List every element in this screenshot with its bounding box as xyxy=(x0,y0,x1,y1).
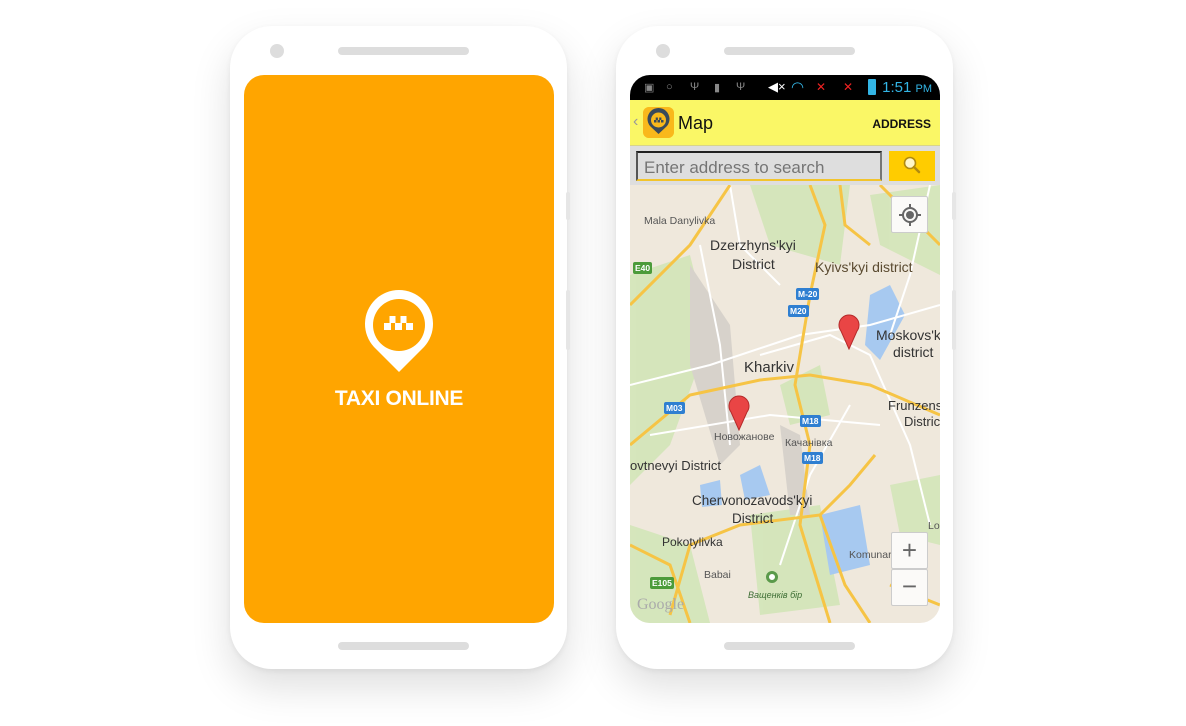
side-button xyxy=(952,290,956,350)
zoom-in-button[interactable]: + xyxy=(891,532,928,569)
camera xyxy=(656,44,670,58)
map-label: Качанівка xyxy=(785,437,833,449)
speaker xyxy=(724,47,855,55)
map-label: District xyxy=(732,256,775,272)
back-chevron-icon[interactable]: ‹ xyxy=(633,113,638,131)
address-button[interactable]: ADDRESS xyxy=(872,117,931,131)
side-button xyxy=(566,290,570,350)
map-label: District xyxy=(732,511,774,526)
status-bar: ▣ ○ Ψ ▮ Ψ ◀× ◠ ✕ ✕ 1:51 PM xyxy=(630,75,940,100)
crosshair-icon xyxy=(898,204,921,226)
my-location-button[interactable] xyxy=(891,196,928,233)
zoom-out-button[interactable]: − xyxy=(891,569,928,606)
map-label: Babai xyxy=(704,569,731,581)
map-label: district xyxy=(893,344,934,360)
map-label: ovtnevyi District xyxy=(630,458,722,473)
map-marker-icon[interactable] xyxy=(838,312,860,350)
map-screen: ▣ ○ Ψ ▮ Ψ ◀× ◠ ✕ ✕ 1:51 PM ‹ Map ADDRESS xyxy=(630,75,940,623)
taxi-pin-logo-icon xyxy=(365,289,433,372)
map-label: Moskovs'k xyxy=(876,327,940,343)
search-button[interactable] xyxy=(889,151,935,181)
road-shield: M18 xyxy=(800,415,821,427)
road-shield: M-20 xyxy=(796,288,820,300)
road-shield: E105 xyxy=(650,577,674,589)
search-bar xyxy=(630,146,940,185)
map-label: Pokotylivka xyxy=(662,535,723,549)
google-logo: Google xyxy=(637,596,685,613)
map-label: Mala Danylivka xyxy=(644,215,716,227)
sync-icon: ○ xyxy=(666,81,673,93)
map-label: Kyivs'kyi district xyxy=(815,259,913,275)
camera xyxy=(270,44,284,58)
map-label: Distric xyxy=(904,414,940,429)
mute-icon: ◀× xyxy=(768,79,786,94)
phone-map: ▣ ○ Ψ ▮ Ψ ◀× ◠ ✕ ✕ 1:51 PM ‹ Map ADDRESS xyxy=(616,26,956,669)
brand-name: TAXI ONLINE xyxy=(334,387,464,410)
road-shield: M18 xyxy=(802,452,823,464)
home-bar xyxy=(338,642,469,650)
map-label: Новожанове xyxy=(714,431,775,443)
signal-1-icon: ✕ xyxy=(816,80,827,94)
usb-icon: Ψ xyxy=(690,81,700,93)
map-label: Lo xyxy=(928,520,940,532)
map-view[interactable]: Mala Danylivka Dzerzhyns'kyi District Ky… xyxy=(630,185,940,623)
splash-screen: TAXI ONLINE xyxy=(244,75,554,623)
home-bar xyxy=(724,642,855,650)
app-logo-icon[interactable] xyxy=(643,107,674,138)
road-shield: M20 xyxy=(788,305,809,317)
address-search-input[interactable] xyxy=(636,151,882,181)
speaker xyxy=(338,47,469,55)
map-label: Chervonozavods'kyi xyxy=(692,493,813,508)
map-label: Kharkiv xyxy=(744,359,795,376)
screen-title: Map xyxy=(678,113,714,133)
clock: 1:51 PM xyxy=(882,79,932,96)
road-shield: M03 xyxy=(664,402,685,414)
map-label: Dzerzhyns'kyi xyxy=(710,237,796,253)
search-icon xyxy=(903,156,921,173)
signal-2-icon: ✕ xyxy=(843,80,854,94)
map-label: Frunzens xyxy=(888,398,940,413)
map-label: Ващенків бір xyxy=(748,590,803,600)
debug-icon: ▮ xyxy=(714,82,721,94)
phone-splash: TAXI ONLINE xyxy=(230,26,570,669)
sim-icon: ▣ xyxy=(644,82,655,94)
park-icon xyxy=(766,571,778,583)
battery-icon xyxy=(868,79,876,95)
wifi-icon: ◠ xyxy=(791,79,805,96)
side-button xyxy=(952,192,956,220)
usb-icon: Ψ xyxy=(736,81,746,93)
map-label: Komunar xyxy=(849,549,892,561)
app-bar: ‹ Map ADDRESS xyxy=(630,100,940,146)
road-shield: E40 xyxy=(633,262,653,274)
side-button xyxy=(566,192,570,220)
map-marker-icon[interactable] xyxy=(728,393,750,431)
